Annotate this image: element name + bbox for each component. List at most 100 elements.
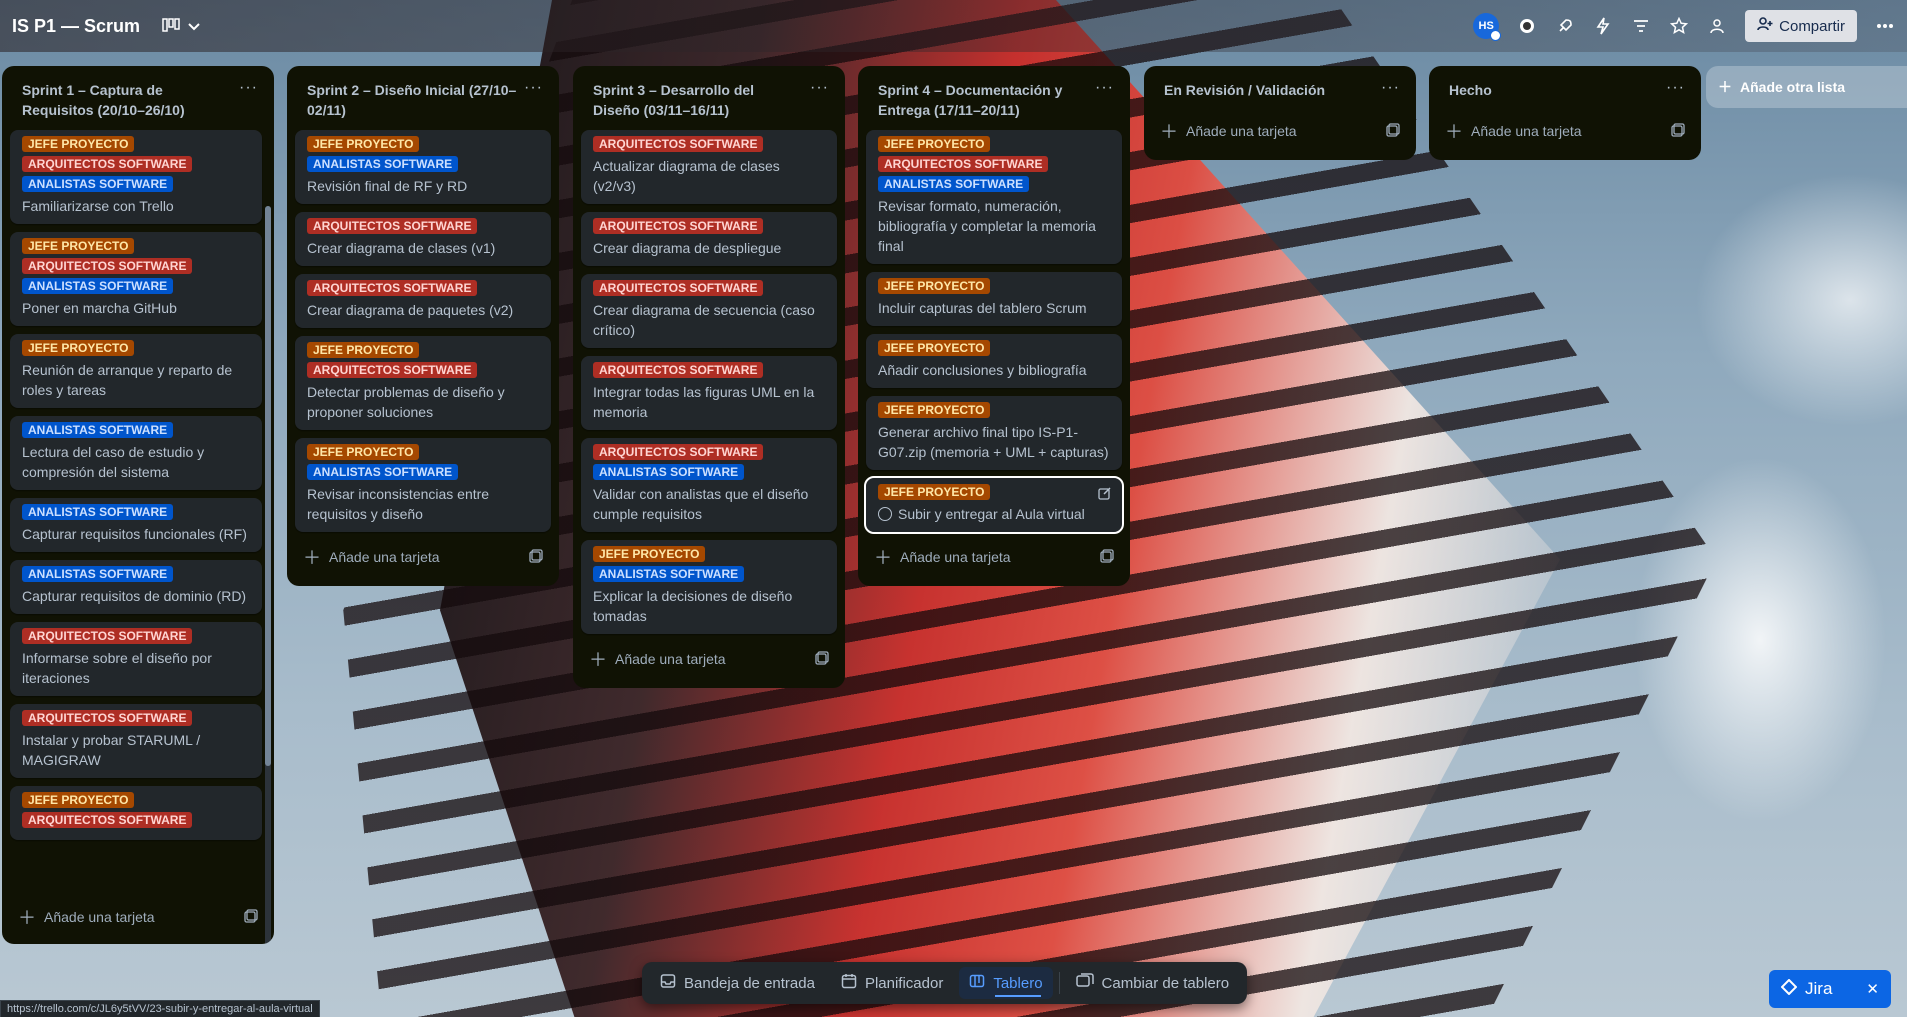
card[interactable]: ARQUITECTOS SOFTWARE Actualizar diagrama … — [581, 130, 837, 204]
card[interactable]: ANALISTAS SOFTWARE Capturar requisitos de… — [10, 560, 262, 614]
card[interactable]: ARQUITECTOS SOFTWARE Crear diagrama de cl… — [295, 212, 551, 266]
team-icon[interactable] — [1707, 16, 1727, 36]
close-icon[interactable]: ✕ — [1866, 980, 1879, 998]
nav-planner[interactable]: Planificador — [831, 967, 953, 999]
card-label[interactable]: ANALISTAS SOFTWARE — [22, 504, 174, 520]
add-list-button[interactable]: ＋ Añade otra lista — [1706, 66, 1907, 108]
card[interactable]: ARQUITECTOS SOFTWARE Crear diagrama de se… — [581, 274, 837, 348]
list-title[interactable]: Sprint 2 – Diseño Inicial (27/10–02/11) — [307, 80, 518, 120]
card[interactable]: JEFE PROYECTO ARQUITECTOS SOFTWARE ANALIST… — [10, 232, 262, 326]
list-title[interactable]: En Revisión / Validación — [1164, 80, 1375, 100]
card-label[interactable]: ARQUITECTOS SOFTWARE — [22, 258, 193, 274]
add-card-button[interactable]: ＋ Añade una tarjeta — [581, 638, 837, 680]
copilot-icon[interactable] — [1517, 16, 1537, 36]
card-label[interactable]: ANALISTAS SOFTWARE — [22, 176, 174, 192]
card-label[interactable]: ANALISTAS SOFTWARE — [307, 156, 459, 172]
card[interactable]: JEFE PROYECTO Reunión de arranque y repar… — [10, 334, 262, 408]
card[interactable]: ARQUITECTOS SOFTWARE Crear diagrama de pa… — [295, 274, 551, 328]
complete-checkbox-icon[interactable] — [878, 507, 892, 521]
card[interactable]: ANALISTAS SOFTWARE Lectura del caso de es… — [10, 416, 262, 490]
view-switcher[interactable] — [162, 17, 200, 35]
card-label[interactable]: ARQUITECTOS SOFTWARE — [22, 156, 193, 172]
list-scrollbar-thumb[interactable] — [265, 206, 271, 766]
card[interactable]: JEFE PROYECTO ANALISTAS SOFTWARE Explicar … — [581, 540, 837, 634]
card-label[interactable]: ANALISTAS SOFTWARE — [307, 464, 459, 480]
list-menu-icon[interactable]: ··· — [1375, 80, 1400, 96]
share-button[interactable]: Compartir — [1745, 10, 1857, 42]
card-label[interactable]: ARQUITECTOS SOFTWARE — [22, 628, 193, 644]
card[interactable]: JEFE PROYECTO ARQUITECTOS SOFTWARE — [10, 786, 262, 840]
list-title[interactable]: Sprint 4 – Documentación y Entrega (17/1… — [878, 80, 1089, 120]
card-label[interactable]: ANALISTAS SOFTWARE — [22, 278, 174, 294]
nav-board[interactable]: Tablero — [959, 967, 1053, 999]
card[interactable]: JEFE PROYECTO Generar archivo final tipo … — [866, 396, 1122, 470]
card-label[interactable]: ARQUITECTOS SOFTWARE — [593, 362, 764, 378]
rocket-icon[interactable] — [1555, 16, 1575, 36]
card[interactable]: JEFE PROYECTO Subir y entregar al Aula vi… — [864, 476, 1124, 534]
add-card-button[interactable]: ＋ Añade una tarjeta — [866, 536, 1122, 578]
bolt-icon[interactable] — [1593, 16, 1613, 36]
template-icon[interactable] — [815, 650, 829, 668]
card-label[interactable]: JEFE PROYECTO — [307, 136, 420, 152]
card[interactable]: ANALISTAS SOFTWARE Capturar requisitos fu… — [10, 498, 262, 552]
more-icon[interactable] — [1875, 16, 1895, 36]
board-title[interactable]: IS P1 — Scrum — [12, 16, 140, 37]
card[interactable]: JEFE PROYECTO ANALISTAS SOFTWARE Revisar i… — [295, 438, 551, 532]
template-icon[interactable] — [529, 548, 543, 566]
card-label[interactable]: ARQUITECTOS SOFTWARE — [593, 444, 764, 460]
card[interactable]: JEFE PROYECTO ANALISTAS SOFTWARE Revisión … — [295, 130, 551, 204]
card-label[interactable]: ARQUITECTOS SOFTWARE — [307, 362, 478, 378]
card[interactable]: ARQUITECTOS SOFTWARE Informarse sobre el … — [10, 622, 262, 696]
card-label[interactable]: ARQUITECTOS SOFTWARE — [307, 218, 478, 234]
card-label[interactable]: ANALISTAS SOFTWARE — [878, 176, 1030, 192]
card-label[interactable]: JEFE PROYECTO — [878, 340, 991, 356]
edit-icon[interactable] — [1098, 486, 1112, 503]
add-card-button[interactable]: ＋ Añade una tarjeta — [295, 536, 551, 578]
add-card-button[interactable]: ＋ Añade una tarjeta — [1152, 110, 1408, 152]
card-label[interactable]: JEFE PROYECTO — [878, 402, 991, 418]
card-label[interactable]: ARQUITECTOS SOFTWARE — [307, 280, 478, 296]
template-icon[interactable] — [1386, 122, 1400, 140]
card-label[interactable]: ARQUITECTOS SOFTWARE — [22, 812, 193, 828]
list-scrollbar[interactable] — [265, 206, 271, 944]
card[interactable]: ARQUITECTOS SOFTWARE Instalar y probar ST… — [10, 704, 262, 778]
nav-switch-board[interactable]: Cambiar de tablero — [1066, 967, 1240, 999]
list-title[interactable]: Hecho — [1449, 80, 1660, 100]
card-label[interactable]: ARQUITECTOS SOFTWARE — [593, 218, 764, 234]
card[interactable]: ARQUITECTOS SOFTWARE Integrar todas las f… — [581, 356, 837, 430]
list-menu-icon[interactable]: ··· — [518, 80, 543, 96]
card[interactable]: JEFE PROYECTO ARQUITECTOS SOFTWARE ANALIST… — [866, 130, 1122, 264]
card-label[interactable]: JEFE PROYECTO — [22, 238, 135, 254]
card[interactable]: JEFE PROYECTO Incluir capturas del tabler… — [866, 272, 1122, 326]
star-icon[interactable] — [1669, 16, 1689, 36]
card-label[interactable]: JEFE PROYECTO — [878, 136, 991, 152]
template-icon[interactable] — [1671, 122, 1685, 140]
card-label[interactable]: JEFE PROYECTO — [878, 278, 991, 294]
card-label[interactable]: JEFE PROYECTO — [878, 484, 991, 500]
card-label[interactable]: JEFE PROYECTO — [22, 792, 135, 808]
card[interactable]: JEFE PROYECTO ARQUITECTOS SOFTWARE Detecta… — [295, 336, 551, 430]
card-label[interactable]: ANALISTAS SOFTWARE — [22, 566, 174, 582]
filter-icon[interactable] — [1631, 16, 1651, 36]
list-menu-icon[interactable]: ··· — [804, 80, 829, 96]
list-title[interactable]: Sprint 3 – Desarrollo del Diseño (03/11–… — [593, 80, 804, 120]
add-card-button[interactable]: ＋ Añade una tarjeta — [1437, 110, 1693, 152]
card[interactable]: ARQUITECTOS SOFTWARE Crear diagrama de de… — [581, 212, 837, 266]
template-icon[interactable] — [244, 908, 258, 926]
card-label[interactable]: JEFE PROYECTO — [593, 546, 706, 562]
card-label[interactable]: ANALISTAS SOFTWARE — [593, 464, 745, 480]
card-label[interactable]: ARQUITECTOS SOFTWARE — [593, 280, 764, 296]
template-icon[interactable] — [1100, 548, 1114, 566]
list-title[interactable]: Sprint 1 – Captura de Requisitos (20/10–… — [22, 80, 233, 120]
card-label[interactable]: ANALISTAS SOFTWARE — [593, 566, 745, 582]
card[interactable]: JEFE PROYECTO Añadir conclusiones y bibli… — [866, 334, 1122, 388]
nav-inbox[interactable]: Bandeja de entrada — [650, 967, 825, 999]
list-menu-icon[interactable]: ··· — [233, 80, 258, 96]
card[interactable]: ARQUITECTOS SOFTWARE ANALISTAS SOFTWARE Va… — [581, 438, 837, 532]
card-label[interactable]: JEFE PROYECTO — [22, 340, 135, 356]
card-label[interactable]: ARQUITECTOS SOFTWARE — [593, 136, 764, 152]
list-menu-icon[interactable]: ··· — [1660, 80, 1685, 96]
jira-promo[interactable]: Jira ✕ — [1769, 970, 1891, 1008]
add-card-button[interactable]: ＋ Añade una tarjeta — [10, 896, 266, 938]
card-label[interactable]: ANALISTAS SOFTWARE — [22, 422, 174, 438]
